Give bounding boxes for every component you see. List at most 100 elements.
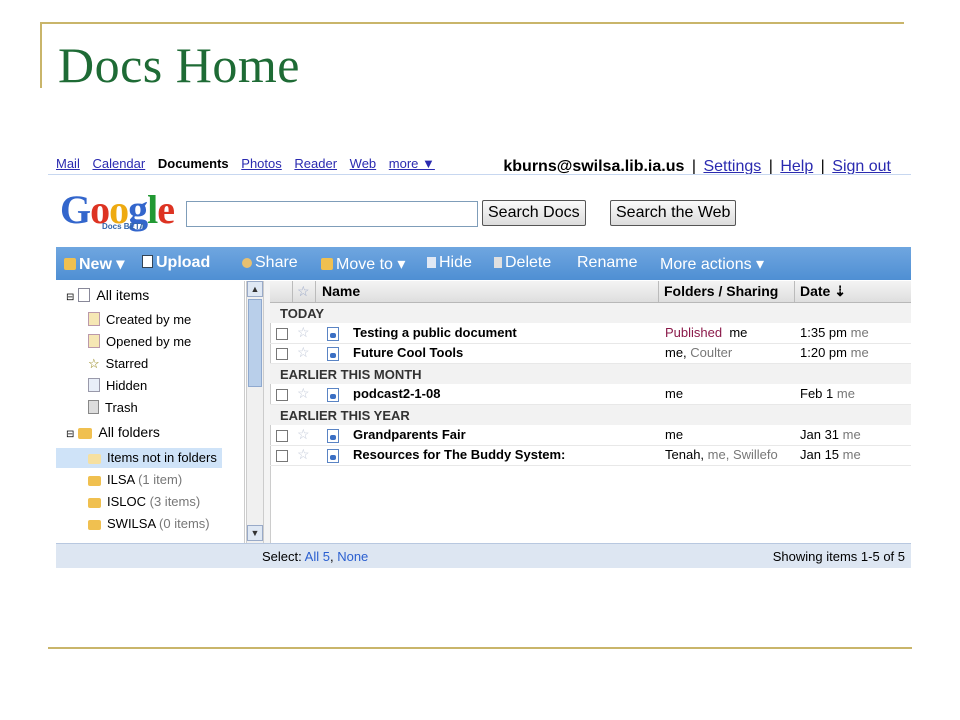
document-name[interactable]: podcast2-1-08 [353, 386, 440, 401]
scroll-thumb[interactable] [248, 299, 262, 387]
sharing-cell: me, Coulter [665, 345, 732, 360]
pencil-doc-icon [88, 334, 100, 348]
column-divider [315, 281, 316, 302]
document-list: ☆ Name Folders / Sharing Date ⇣ TODAY ☆ … [270, 281, 911, 543]
nav-web[interactable]: Web [350, 156, 377, 171]
date-value: Jan 15 [800, 447, 840, 462]
date-column-header[interactable]: Date ⇣ [800, 283, 846, 300]
table-row[interactable]: ☆ podcast2-1-08 me Feb 1 me [270, 384, 911, 405]
rename-button[interactable]: Rename [577, 254, 637, 272]
column-divider [794, 281, 795, 302]
date-cell: Jan 31 me [800, 427, 861, 442]
nav-calendar[interactable]: Calendar [92, 156, 145, 171]
document-icon [327, 327, 339, 341]
list-footer: Select: All 5, None Showing items 1-5 of… [56, 543, 911, 568]
nav-documents[interactable]: Documents [158, 156, 229, 171]
star-icon[interactable]: ☆ [297, 324, 310, 341]
document-name[interactable]: Resources for The Buddy System: [353, 447, 565, 462]
nav-mail[interactable]: Mail [56, 156, 80, 171]
sidebar-item-isloc[interactable]: ISLOC (3 items) [88, 492, 200, 512]
row-checkbox[interactable] [276, 328, 288, 340]
sharing-user: Coulter [690, 345, 733, 360]
search-input[interactable] [186, 201, 478, 227]
hide-button[interactable]: Hide [427, 254, 472, 272]
sidebar-item-trash[interactable]: Trash [88, 398, 138, 418]
trash-icon [88, 400, 99, 414]
select-none-link[interactable]: None [337, 549, 368, 564]
document-name[interactable]: Future Cool Tools [353, 345, 463, 360]
more-actions-menu[interactable]: More actions ▾ [660, 254, 764, 274]
nav-reader[interactable]: Reader [294, 156, 337, 171]
date-value: Jan 31 [800, 427, 840, 442]
search-web-button[interactable]: Search the Web [610, 200, 737, 226]
sharing-cell: me [665, 427, 684, 442]
row-checkbox[interactable] [276, 389, 288, 401]
separator: | [768, 158, 773, 175]
star-icon[interactable]: ☆ [297, 385, 310, 402]
nav-photos[interactable]: Photos [241, 156, 281, 171]
sidebar-item-ilsa[interactable]: ILSA (1 item) [88, 470, 182, 490]
share-button[interactable]: Share [242, 254, 298, 272]
logo-subtitle: Docs BETA [102, 222, 145, 231]
table-row[interactable]: ☆ Resources for The Buddy System: Tenah,… [270, 445, 911, 466]
scroll-down-icon[interactable]: ▼ [247, 525, 263, 541]
upload-button[interactable]: Upload [142, 254, 210, 272]
row-checkbox[interactable] [276, 430, 288, 442]
help-link[interactable]: Help [780, 158, 813, 175]
date-cell: Jan 15 me [800, 447, 861, 462]
row-checkbox[interactable] [276, 450, 288, 462]
move-to-label: Move to ▾ [336, 256, 406, 273]
new-label: New ▾ [79, 256, 125, 273]
sidebar-item-hidden[interactable]: Hidden [88, 376, 147, 396]
document-name[interactable]: Grandparents Fair [353, 427, 466, 442]
sidebar-item-label: Starred [105, 356, 149, 371]
sidebar-item-created-by-me[interactable]: Created by me [88, 310, 191, 330]
sidebar-item-opened-by-me[interactable]: Opened by me [88, 332, 191, 352]
scroll-up-icon[interactable]: ▲ [247, 281, 263, 297]
new-menu[interactable]: New ▾ [64, 254, 124, 274]
sidebar: ⊟ All items Created by me Opened by me ☆ S… [56, 281, 245, 543]
sidebar-item-all-folders[interactable]: ⊟ All folders [66, 422, 160, 442]
sidebar-item-all-items[interactable]: ⊟ All items [66, 285, 149, 305]
document-name[interactable]: Testing a public document [353, 325, 517, 340]
sharing-user: me [729, 325, 748, 340]
folder-icon [64, 258, 76, 270]
table-row[interactable]: ☆ Grandparents Fair me Jan 31 me [270, 425, 911, 446]
sign-out-link[interactable]: Sign out [832, 158, 891, 175]
select-label: Select: [262, 549, 302, 564]
sidebar-item-label: Opened by me [106, 334, 192, 349]
star-header-icon[interactable]: ☆ [297, 283, 310, 300]
date-cell: Feb 1 me [800, 386, 855, 401]
separator: | [691, 158, 696, 175]
name-column-header[interactable]: Name [322, 283, 360, 299]
star-icon[interactable]: ☆ [297, 344, 310, 361]
column-divider [658, 281, 659, 302]
move-to-menu[interactable]: Move to ▾ [321, 254, 405, 274]
table-row[interactable]: ☆ Future Cool Tools me, Coulter 1:20 pm … [270, 343, 911, 364]
sharing-cell: me [665, 386, 684, 401]
column-divider [292, 281, 293, 302]
sidebar-item-items-not-in-folders[interactable]: Items not in folders [56, 448, 222, 468]
settings-link[interactable]: Settings [703, 158, 761, 175]
row-checkbox[interactable] [276, 348, 288, 360]
sharing-cell: Tenah, me, Swillefo [665, 447, 778, 462]
delete-button[interactable]: Delete [494, 254, 551, 272]
search-docs-button[interactable]: Search Docs [482, 200, 586, 226]
star-icon[interactable]: ☆ [297, 446, 310, 463]
checkbox-column [276, 283, 280, 299]
sidebar-item-label: Items not in folders [107, 450, 217, 465]
sidebar-item-swilsa[interactable]: SWILSA (0 items) [88, 514, 210, 534]
select-all-link[interactable]: All 5 [305, 549, 330, 564]
folders-sharing-column-header[interactable]: Folders / Sharing [664, 283, 778, 299]
table-row[interactable]: ☆ Testing a public document Published me… [270, 323, 911, 344]
sidebar-item-label: All folders [98, 424, 160, 440]
sidebar-item-label: Created by me [106, 312, 192, 327]
sidebar-item-label: All items [96, 287, 150, 303]
docs-screenshot: Mail Calendar Documents Photos Reader We… [48, 150, 911, 570]
star-icon[interactable]: ☆ [297, 426, 310, 443]
google-docs-logo[interactable]: Google Docs BETA [60, 186, 175, 233]
showing-count: Showing items 1-5 of 5 [772, 549, 905, 564]
sidebar-scrollbar[interactable]: ▲ ▼ [246, 281, 263, 543]
nav-more[interactable]: more ▼ [389, 156, 435, 171]
sidebar-item-starred[interactable]: ☆ Starred [88, 354, 148, 374]
